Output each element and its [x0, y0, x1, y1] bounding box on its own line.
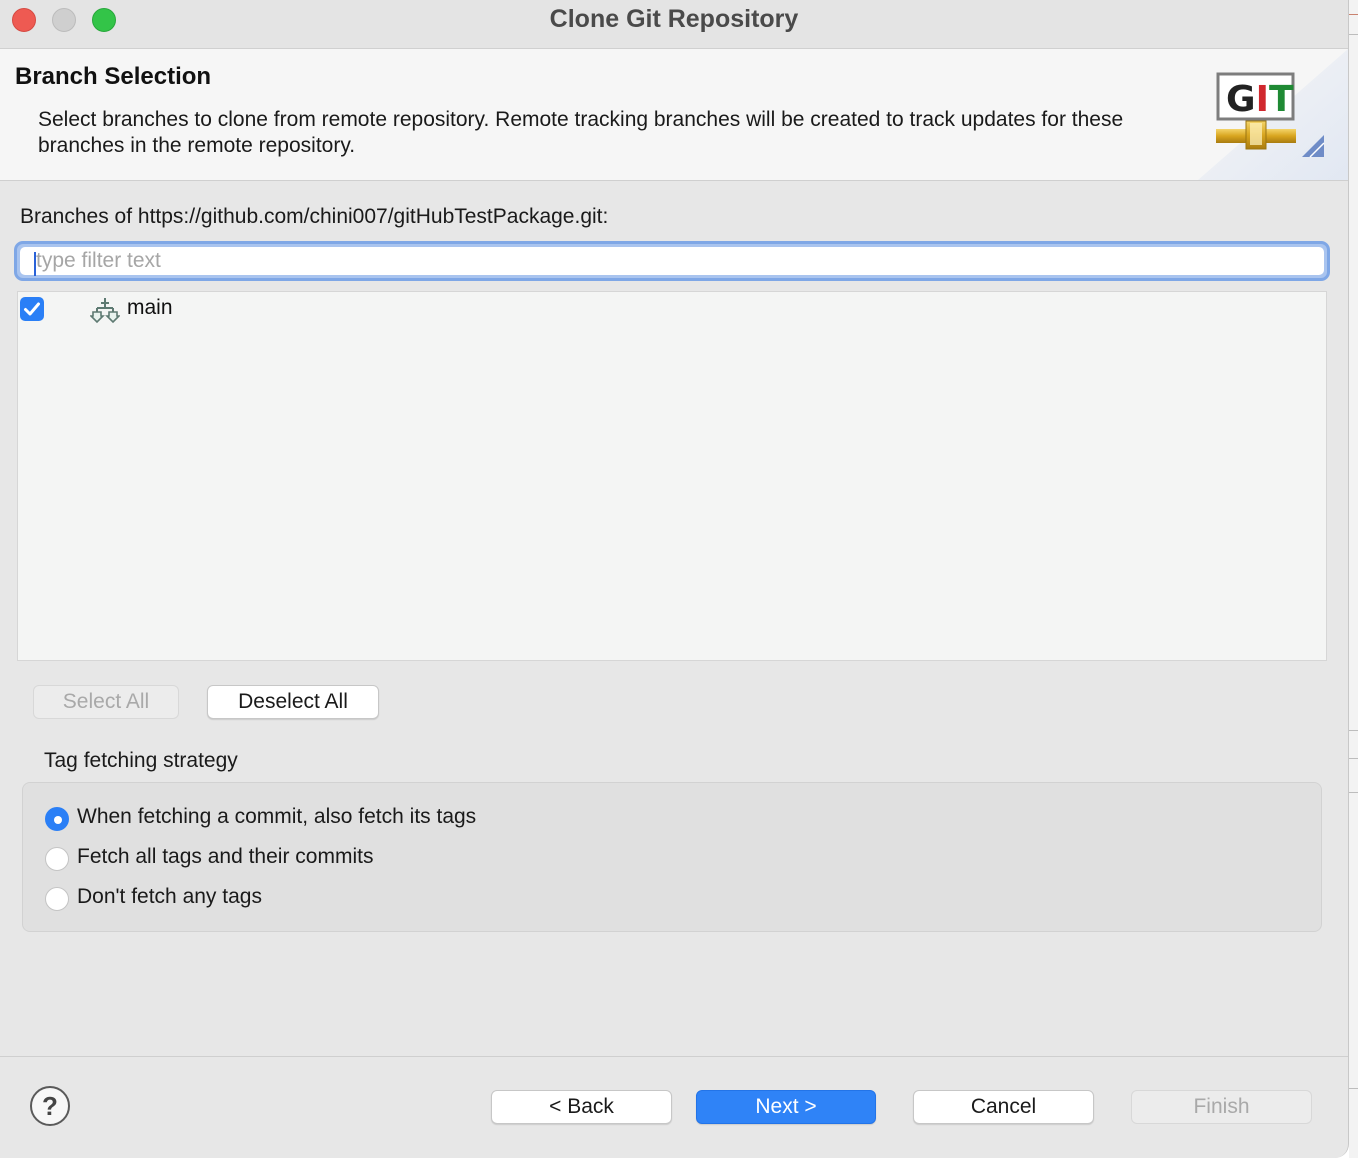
tag-strategy-group: When fetching a commit, also fetch its t… [22, 782, 1322, 932]
radio-button[interactable] [45, 887, 69, 911]
select-all-button[interactable]: Select All [33, 685, 179, 719]
finish-button[interactable]: Finish [1131, 1090, 1312, 1124]
radio-button[interactable] [45, 847, 69, 871]
git-logo: GIT [1198, 49, 1348, 180]
branch-name: main [127, 296, 173, 319]
background-window-edge [1349, 0, 1358, 1158]
footer-divider [0, 1056, 1348, 1057]
branch-list[interactable]: main [17, 291, 1327, 661]
back-button[interactable]: < Back [491, 1090, 672, 1124]
branch-icon [90, 298, 120, 324]
branch-checkbox-main[interactable] [20, 297, 44, 321]
title-bar: Clone Git Repository [0, 0, 1348, 49]
radio-label: Fetch all tags and their commits [77, 845, 374, 868]
filter-field-focus-ring [14, 241, 1330, 281]
checkmark-icon [24, 302, 40, 316]
branch-filter-input[interactable] [20, 247, 1324, 275]
radio-label: Don't fetch any tags [77, 885, 262, 908]
branches-label: Branches of https://github.com/chini007/… [20, 205, 609, 228]
tag-strategy-label: Tag fetching strategy [44, 749, 238, 772]
deselect-all-button[interactable]: Deselect All [207, 685, 379, 719]
clone-git-repository-dialog: Clone Git Repository Branch Selection Se… [0, 0, 1349, 1158]
wizard-header: Branch Selection Select branches to clon… [0, 49, 1348, 181]
window-title: Clone Git Repository [549, 5, 799, 33]
next-button[interactable]: Next > [696, 1090, 876, 1124]
radio-label: When fetching a commit, also fetch its t… [77, 805, 477, 828]
page-title: Branch Selection [15, 63, 212, 90]
help-button[interactable]: ? [30, 1086, 70, 1126]
radio-button-selected[interactable] [45, 807, 69, 831]
cancel-button[interactable]: Cancel [913, 1090, 1094, 1124]
page-description: Select branches to clone from remote rep… [38, 108, 1124, 157]
list-item[interactable]: main [18, 292, 1326, 326]
git-logo-letter-g: GIT [1226, 79, 1294, 120]
text-caret [34, 252, 36, 276]
